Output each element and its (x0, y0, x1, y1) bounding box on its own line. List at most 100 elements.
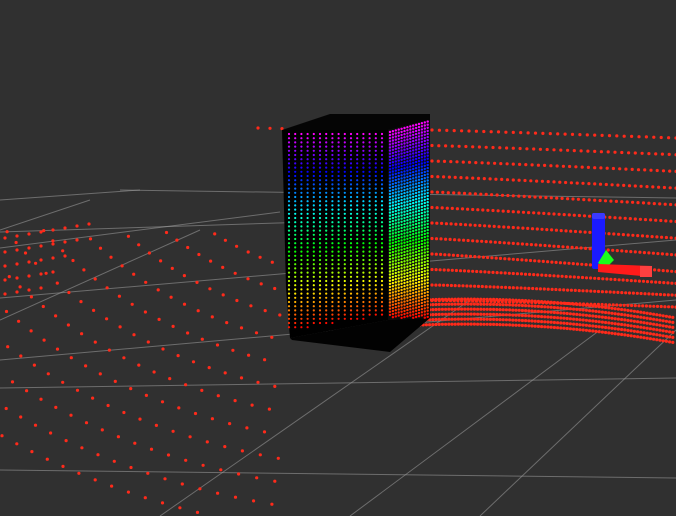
object-point (426, 126, 429, 129)
lidar-point (648, 312, 653, 316)
object-point (426, 160, 429, 164)
lidar-point (552, 180, 556, 184)
object-point (318, 275, 322, 278)
object-point (417, 253, 421, 256)
lidar-point (15, 262, 19, 266)
object-point (362, 246, 365, 249)
lidar-point (453, 317, 457, 321)
object-point (391, 254, 395, 257)
lidar-point (604, 315, 608, 320)
object-point (426, 309, 429, 312)
object-point (362, 149, 365, 152)
object-point (417, 218, 421, 222)
object-point (420, 137, 424, 140)
lidar-point (620, 150, 624, 155)
object-point (391, 257, 395, 260)
lidar-point (554, 228, 559, 232)
lidar-point (610, 306, 614, 310)
lidar-point (462, 269, 467, 273)
object-point (312, 204, 315, 207)
object-point (380, 267, 384, 270)
object-point (423, 139, 426, 143)
object-point (417, 212, 421, 216)
lidar-point (154, 423, 158, 427)
object-point (391, 263, 395, 266)
lidar-point (100, 428, 104, 432)
lidar-point (497, 225, 501, 229)
object-point (400, 239, 403, 242)
lidar-point (608, 215, 612, 219)
lidar-point (483, 224, 487, 228)
lidar-point (642, 316, 646, 320)
lidar-point (231, 348, 235, 352)
lidar-point (552, 148, 556, 152)
object-point (362, 174, 365, 178)
object-point (423, 142, 426, 146)
object-point (362, 305, 365, 308)
object-point (331, 321, 334, 325)
object-point (400, 260, 403, 264)
lidar-point (584, 276, 589, 280)
lidar-point (533, 304, 537, 308)
object-point (300, 212, 303, 215)
object-point (380, 313, 384, 316)
object-point (331, 279, 334, 283)
lidar-point (235, 298, 239, 303)
lidar-point (645, 185, 649, 189)
lidar-point (630, 303, 634, 308)
3d-viewport[interactable] (0, 0, 676, 516)
object-point (391, 260, 395, 263)
object-point (406, 203, 409, 206)
object-point (356, 170, 359, 173)
object-point (287, 225, 291, 228)
lidar-point (527, 314, 531, 318)
object-point (300, 300, 303, 304)
lidar-point (511, 194, 515, 198)
object-point (397, 236, 400, 240)
lidar-point (437, 302, 441, 306)
object-point (391, 272, 395, 275)
object-point (368, 288, 371, 291)
lidar-point (627, 151, 631, 155)
object-point (318, 132, 322, 136)
object-point (331, 305, 334, 308)
lidar-point (506, 209, 510, 213)
lidar-point (144, 280, 148, 284)
object-point (420, 187, 424, 190)
object-point (394, 175, 397, 179)
object-point (409, 140, 412, 144)
object-point (374, 166, 377, 169)
lidar-point (569, 229, 573, 233)
object-point (412, 251, 415, 254)
object-point (403, 176, 406, 179)
lidar-point (39, 258, 43, 262)
object-point (420, 239, 424, 243)
lidar-point (594, 314, 598, 318)
lidar-point (143, 496, 147, 500)
object-point (426, 297, 429, 300)
object-point (343, 166, 346, 169)
object-point (403, 201, 406, 204)
object-point (349, 158, 353, 161)
object-point (349, 216, 353, 220)
object-point (409, 305, 412, 308)
object-point (391, 294, 395, 297)
lidar-point (463, 307, 467, 311)
object-point (331, 300, 334, 304)
object-point (287, 321, 291, 325)
object-point (331, 242, 334, 245)
object-point (306, 279, 309, 283)
object-point (312, 309, 315, 312)
object-point (403, 164, 406, 167)
object-point (312, 166, 315, 169)
object-point (343, 221, 346, 224)
lidar-point (639, 184, 643, 188)
lidar-point (471, 207, 475, 212)
object-point (368, 204, 371, 207)
lidar-point (455, 160, 459, 164)
lidar-point (648, 304, 652, 308)
lidar-point (514, 308, 518, 312)
lidar-point (597, 276, 601, 281)
object-point (412, 143, 415, 146)
object-point (388, 310, 392, 313)
